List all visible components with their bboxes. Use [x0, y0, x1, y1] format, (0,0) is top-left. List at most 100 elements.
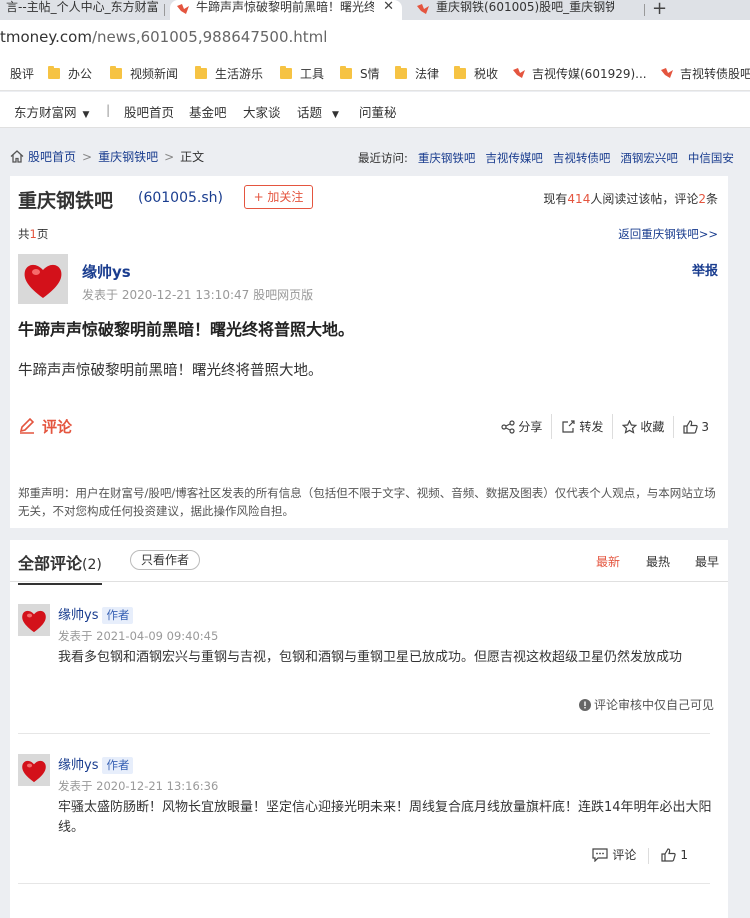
new-tab-button[interactable]: + — [652, 0, 667, 19]
breadcrumb-forum-link[interactable]: 重庆钢铁吧 — [98, 150, 158, 164]
bookmark-folder[interactable]: 生活游乐 — [195, 65, 263, 82]
post-body: 牛蹄声声惊破黎明前黑暗！曙光终将普照大地。 — [18, 363, 323, 379]
share-button[interactable]: 分享 — [492, 414, 551, 439]
read-stats: 现有414人阅读过该帖，评论2条 — [543, 192, 718, 206]
thumbs-up-icon — [661, 848, 677, 862]
stock-code[interactable]: (601005.sh) — [138, 190, 223, 206]
like-count: 1 — [680, 848, 688, 862]
bar-name[interactable]: 重庆钢铁吧 — [18, 186, 113, 213]
comment-text: 我看多包钢和酒钢宏兴与重钢与吉视，包钢和酒钢与重钢卫星已放成功。但愿吉视这枚超级… — [58, 650, 683, 665]
bookmark-item[interactable]: 吉视传媒(601929)... — [512, 65, 647, 82]
breadcrumb: 股吧首页 > 重庆钢铁吧 > 正文 — [10, 148, 204, 165]
comment-button[interactable]: 评论 — [18, 416, 72, 437]
reader-count: 414 — [567, 192, 591, 206]
recent-visits: 最近访问: 重庆钢铁吧 吉视传媒吧 吉视转债吧 酒钢宏兴吧 中信国安 — [358, 150, 734, 166]
avatar[interactable] — [18, 254, 68, 304]
post-card: 重庆钢铁吧 (601005.sh) + 加关注 现有414人阅读过该帖，评论2条… — [10, 176, 728, 528]
reply-button[interactable]: 评论 — [580, 846, 648, 863]
comment-divider — [18, 733, 710, 734]
close-icon[interactable]: ✕ — [383, 0, 394, 14]
comment-count: 2 — [698, 192, 706, 206]
comment-divider — [18, 883, 710, 884]
bookmark-folder[interactable]: 法律 — [395, 65, 439, 82]
report-link[interactable]: 举报 — [692, 260, 718, 279]
heart-avatar-icon — [18, 254, 68, 304]
comment-meta: 发表于 2021-04-09 09:40:45 — [58, 629, 219, 643]
avatar[interactable] — [18, 754, 50, 786]
recent-link[interactable]: 吉视转债吧 — [553, 151, 611, 165]
browser-tab[interactable]: 言--主帖_个人中心_东方财富 — [0, 0, 160, 20]
tab-title: 重庆钢铁(601005)股吧_重庆钢铁怎么 — [436, 0, 614, 14]
like-button[interactable]: 1 — [649, 848, 700, 862]
share-icon — [501, 420, 515, 434]
folder-icon — [395, 66, 407, 79]
favorite-button[interactable]: 收藏 — [612, 414, 673, 439]
folder-icon — [280, 66, 292, 79]
tab-divider — [644, 4, 645, 16]
post-title: 牛蹄声声惊破黎明前黑暗！曙光终将普照大地。 — [18, 320, 355, 339]
browser-tab-active[interactable]: 牛蹄声声惊破黎明前黑暗！曙光终 ✕ — [170, 0, 402, 20]
bookmark-item[interactable]: 吉视转债股吧 — [660, 65, 750, 82]
eastmoney-logo-icon — [661, 68, 673, 78]
sort-hottest-tab[interactable]: 最热 — [646, 553, 670, 570]
breadcrumb-home-link[interactable]: 股吧首页 — [28, 150, 76, 164]
tab-divider — [164, 4, 165, 16]
folder-icon — [454, 66, 466, 79]
nav-item-fund-bar[interactable]: 基金吧 — [189, 102, 227, 121]
browser-tab-strip: 言--主帖_个人中心_东方财富 牛蹄声声惊破黎明前黑暗！曙光终 ✕ 重庆钢铁(6… — [0, 0, 750, 20]
breadcrumb-sep: > — [82, 150, 93, 164]
caret-down-icon: ▼ — [82, 110, 90, 120]
forward-button[interactable]: 转发 — [551, 414, 612, 439]
avatar[interactable] — [18, 604, 50, 636]
recent-link[interactable]: 吉视传媒吧 — [485, 151, 543, 165]
like-count: 3 — [701, 420, 709, 434]
comments-header: 全部评论(2) 只看作者 最新 最热 最早 — [10, 540, 728, 585]
bookmark-folder[interactable]: 视频新闻 — [110, 65, 178, 82]
nav-item-ask-secretary[interactable]: 问董秘 — [359, 102, 397, 121]
heart-avatar-icon — [18, 754, 50, 786]
author-badge: 作者 — [102, 607, 134, 624]
thumbs-up-icon — [683, 420, 699, 434]
forward-icon — [562, 420, 575, 433]
nav-item-discussion[interactable]: 大家谈 — [243, 102, 281, 121]
bookmarks-bar: 股评 办公 视频新闻 生活游乐 工具 S情 法律 税收 吉视传媒(601929)… — [0, 55, 750, 91]
bookmark-folder[interactable]: S情 — [340, 65, 380, 82]
browser-tab[interactable]: 重庆钢铁(601005)股吧_重庆钢铁怎么 — [410, 0, 650, 20]
eastmoney-logo-icon — [513, 68, 525, 78]
tab-title: 牛蹄声声惊破黎明前黑暗！曙光终 — [196, 0, 374, 14]
bookmark-item[interactable]: 股评 — [10, 65, 34, 82]
folder-icon — [110, 66, 122, 79]
recent-link[interactable]: 重庆钢铁吧 — [418, 151, 476, 165]
breadcrumb-current: 正文 — [180, 150, 205, 164]
pencil-icon — [19, 417, 35, 434]
page-count: 共1页 — [18, 227, 49, 241]
recent-label: 最近访问: — [358, 151, 408, 165]
comments-title[interactable]: 全部评论(2) — [18, 550, 102, 585]
star-icon — [622, 419, 638, 434]
nav-item-topics[interactable]: 话题 ▼ — [297, 102, 339, 121]
address-bar[interactable]: tmoney.com/news,601005,988647500.html — [0, 20, 750, 55]
nav-item-guba-home[interactable]: 股吧首页 — [124, 102, 174, 121]
info-icon — [578, 699, 591, 711]
recent-link[interactable]: 中信国安 — [688, 151, 734, 165]
comment-icon — [592, 848, 608, 863]
like-button[interactable]: 3 — [673, 416, 718, 438]
nav-brand-dropdown[interactable]: 东方财富网 ▼ — [14, 102, 89, 121]
author-only-button[interactable]: 只看作者 — [130, 550, 200, 570]
bookmark-folder[interactable]: 工具 — [280, 65, 324, 82]
post-meta: 发表于 2020-12-21 13:10:47 股吧网页版 — [82, 288, 314, 302]
sort-oldest-tab[interactable]: 最早 — [695, 553, 719, 570]
post-author[interactable]: 缘帅ys — [82, 261, 131, 282]
review-note: 评论审核中仅自己可见 — [578, 696, 714, 713]
bookmark-folder[interactable]: 办公 — [48, 65, 92, 82]
home-icon[interactable] — [10, 150, 24, 163]
comment-author[interactable]: 缘帅ys 作者 — [58, 604, 134, 624]
url-text[interactable]: tmoney.com/news,601005,988647500.html — [0, 28, 327, 46]
sort-newest-tab[interactable]: 最新 — [596, 553, 620, 570]
nav-separator: | — [106, 102, 111, 117]
comment-author[interactable]: 缘帅ys 作者 — [58, 754, 134, 774]
back-to-bar-link[interactable]: 返回重庆钢铁吧>> — [618, 226, 718, 242]
bookmark-folder[interactable]: 税收 — [454, 65, 498, 82]
follow-button[interactable]: + 加关注 — [244, 185, 313, 209]
recent-link[interactable]: 酒钢宏兴吧 — [620, 151, 678, 165]
